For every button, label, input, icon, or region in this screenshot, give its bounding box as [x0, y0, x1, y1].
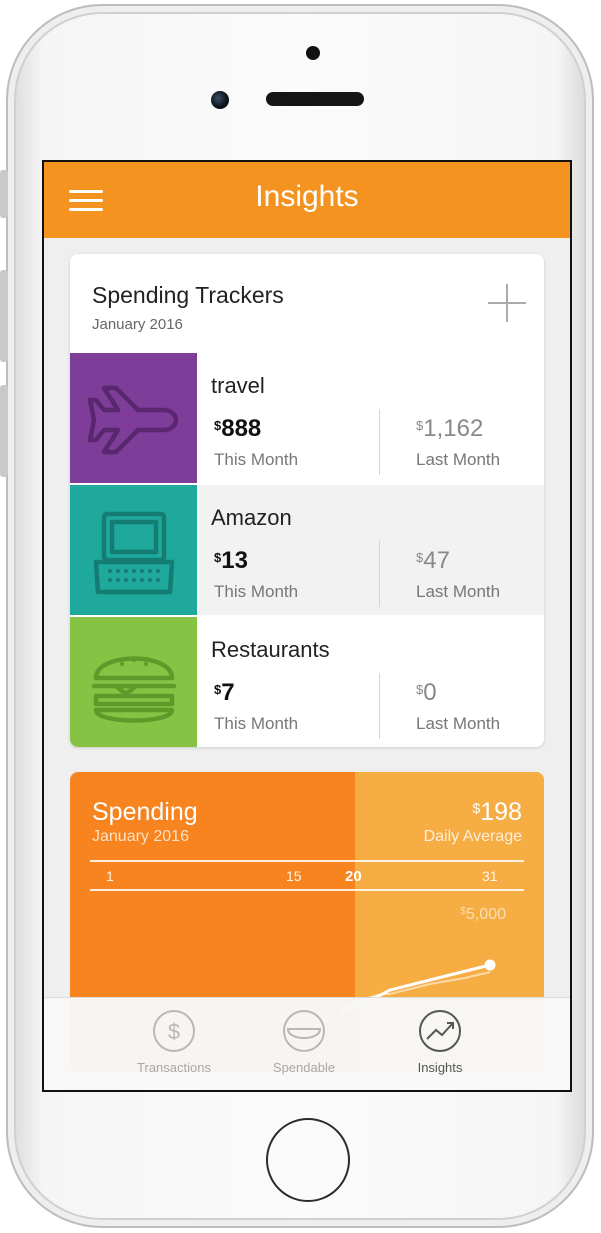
app-header: Insights: [44, 162, 570, 238]
last-month-amount: $47: [416, 547, 450, 574]
app-screen: Insights Spending Trackers January 2016 …: [42, 160, 572, 1092]
this-month-amount: $7: [214, 679, 235, 706]
tab-label: Insights: [417, 1060, 463, 1075]
tab-spendable[interactable]: Spendable: [239, 1008, 369, 1086]
burger-icon: [91, 656, 177, 723]
card-title: Spending Trackers: [92, 282, 284, 308]
tracker-name: Amazon: [211, 505, 292, 530]
divider: [379, 541, 380, 607]
tab-label: Spendable: [272, 1060, 336, 1075]
volume-down-button: [0, 385, 8, 477]
tracker-tile: [70, 617, 197, 747]
divider: [379, 409, 380, 475]
laptop-icon: [93, 511, 175, 595]
divider: [379, 673, 380, 739]
spending-trackers-card: Spending Trackers January 2016 travel $8…: [70, 254, 544, 747]
this-month-label: This Month: [214, 582, 299, 601]
airplane-icon: [87, 385, 179, 455]
card-subtitle: January 2016: [92, 316, 183, 333]
spending-end-point: [484, 959, 496, 971]
trend-chart-icon: [419, 1010, 461, 1052]
page-title: Insights: [255, 180, 359, 213]
tracker-tile: [70, 485, 197, 615]
tab-insights[interactable]: Insights: [375, 1008, 505, 1086]
earpiece-speaker: [266, 92, 364, 106]
last-month-label: Last Month: [416, 450, 501, 469]
this-month-amount: $888: [214, 415, 262, 442]
tracker-row-travel[interactable]: travel $888 This Month $1,162 Last Month: [70, 353, 544, 483]
tracker-row-restaurants[interactable]: Restaurants $7 This Month $0 Last Month: [70, 617, 544, 747]
dollar-circle-icon: $: [153, 1010, 195, 1052]
last-month-amount: $1,162: [416, 415, 484, 442]
tracker-row-amazon[interactable]: Amazon $13 This Month $47 Last Month: [70, 485, 544, 615]
last-month-label: Last Month: [416, 582, 501, 601]
tracker-name: Restaurants: [211, 637, 330, 662]
volume-up-button: [0, 270, 8, 362]
last-month-amount: $0: [416, 679, 437, 706]
this-month-label: This Month: [214, 450, 299, 469]
last-month-label: Last Month: [416, 714, 501, 733]
tab-bar: $ Transactions Spendable Insights: [44, 997, 570, 1090]
this-month-amount: $13: [214, 547, 248, 574]
main-content: Spending Trackers January 2016 travel $8…: [44, 238, 570, 1072]
svg-text:$: $: [168, 1019, 180, 1044]
add-tracker-button[interactable]: [488, 284, 526, 322]
front-camera: [211, 91, 229, 109]
sensor-dot: [306, 46, 320, 60]
tab-label: Transactions: [137, 1060, 211, 1075]
tracker-tile: [70, 353, 197, 483]
home-button[interactable]: [266, 1118, 350, 1202]
mute-switch: [0, 170, 8, 218]
spendable-icon: [283, 1010, 325, 1052]
tab-transactions[interactable]: $ Transactions: [109, 1008, 239, 1086]
tracker-name: travel: [211, 373, 265, 398]
this-month-label: This Month: [214, 714, 299, 733]
